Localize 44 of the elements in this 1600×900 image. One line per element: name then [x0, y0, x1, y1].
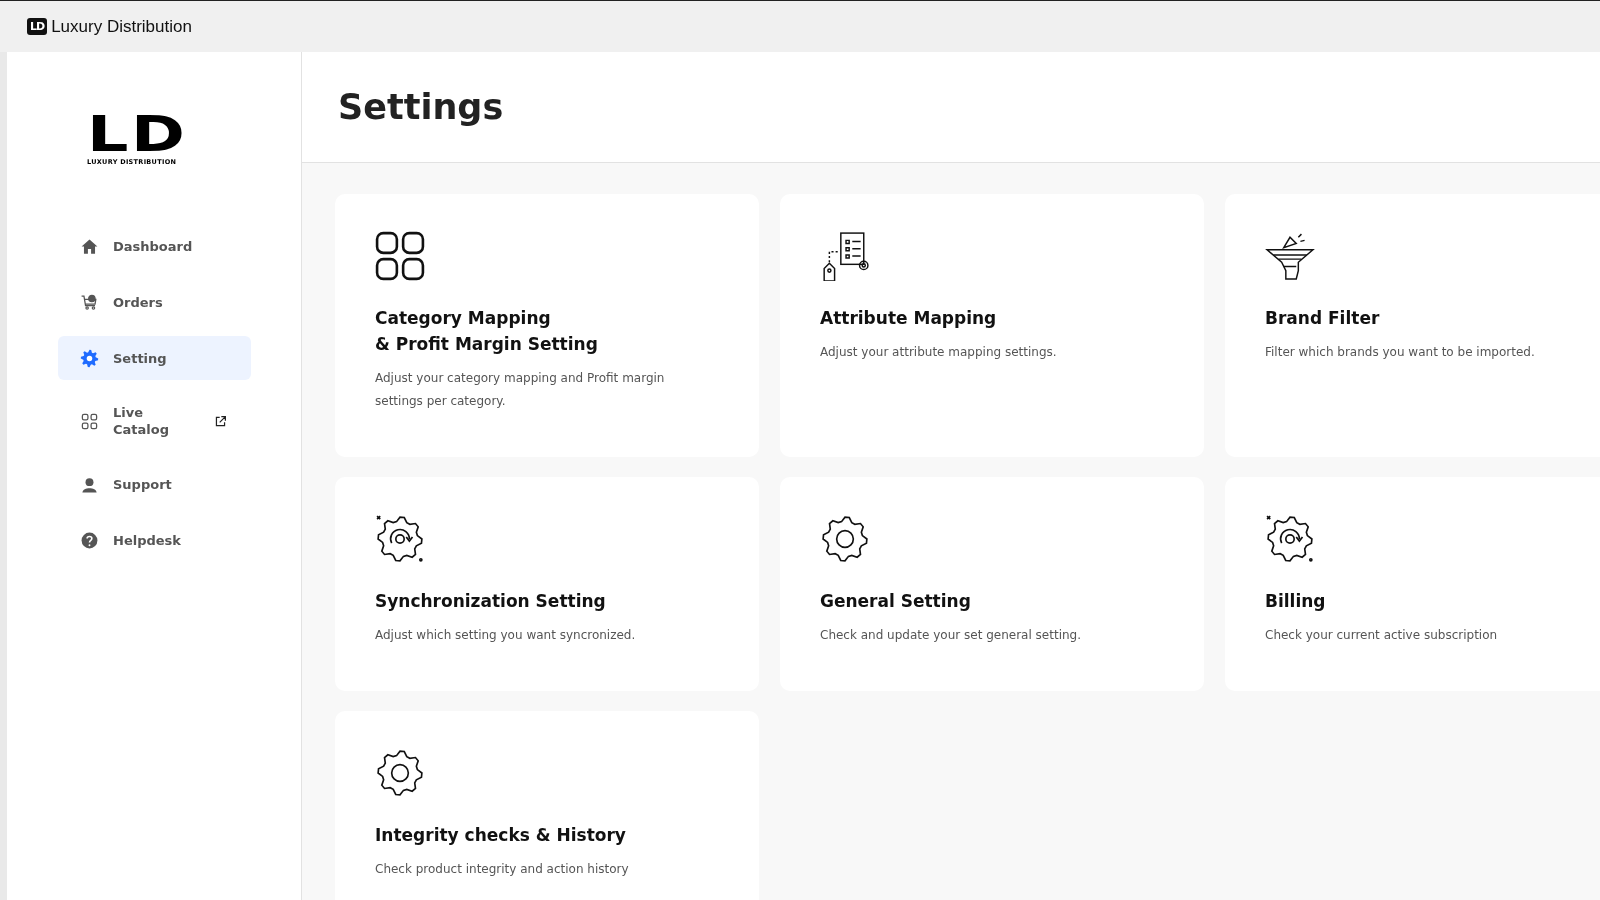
nav-item[interactable]: Live Catalog: [58, 392, 251, 450]
card-title: Category Mapping & Profit Margin Setting: [375, 307, 599, 356]
funnel-icon: [1265, 231, 1315, 281]
settings-icon: [375, 748, 425, 798]
settings-card[interactable]: General Setting Check and update your set general setting.: [780, 477, 1204, 691]
gear-refresh-icon: [1265, 514, 1315, 564]
card-description: Adjust your attribute mapping settings.: [820, 344, 1058, 361]
nav-item[interactable]: Dashboard: [58, 224, 251, 268]
cart-icon: [80, 292, 99, 312]
card-title: General Setting: [820, 590, 972, 613]
card-description: Check product integrity and action history: [375, 861, 630, 878]
card-title: Synchronization Setting: [375, 590, 607, 613]
grid-icon: [80, 411, 99, 431]
settings-card[interactable]: Brand Filter Filter which brands you want to be imported.: [1225, 194, 1600, 457]
external-link-icon: [214, 414, 227, 428]
settings-card[interactable]: Category Mapping & Profit Margin Setting Adjust your category mapping and Profit margin settings per category.: [335, 194, 759, 457]
settings-icon: [80, 348, 99, 368]
page-title: Settings: [338, 87, 504, 127]
card-title: Attribute Mapping: [820, 307, 998, 330]
card-title: Integrity checks & History: [375, 824, 627, 847]
card-description: Filter which brands you want to be imported.: [1265, 344, 1536, 361]
card-title: Billing: [1265, 590, 1327, 613]
card-title: Brand Filter: [1265, 307, 1381, 330]
card-description: Check and update your set general setting.: [820, 627, 1082, 644]
nav-item[interactable]: Support: [58, 462, 251, 506]
card-description: Check your current active subscription: [1265, 627, 1499, 644]
gear-refresh-icon: [375, 514, 425, 564]
home-icon: [80, 236, 99, 256]
settings-card[interactable]: Synchronization Setting Adjust which setting you want syncronized.: [335, 477, 759, 691]
nav-item[interactable]: Setting: [58, 336, 251, 380]
nav-item[interactable]: Orders: [58, 280, 251, 324]
settings-card[interactable]: Attribute Mapping Adjust your attribute mapping settings.: [780, 194, 1204, 457]
tag-checklist-icon: [820, 231, 870, 281]
settings-card[interactable]: Integrity checks & History Check product integrity and action history: [335, 711, 759, 900]
card-description: Adjust your category mapping and Profit margin settings per category.: [375, 370, 666, 410]
settings-card[interactable]: Billing Check your current active subscription: [1225, 477, 1600, 691]
app-logo: LD: [27, 18, 48, 35]
settings-icon: [820, 514, 870, 564]
brand-logo: LD: [87, 112, 188, 156]
help-icon: [80, 530, 99, 550]
grid-icon: [375, 231, 425, 281]
card-description: Adjust which setting you want syncronized.: [375, 627, 637, 644]
app-title: Luxury Distribution: [51, 16, 192, 37]
nav-item[interactable]: Helpdesk: [58, 518, 251, 562]
